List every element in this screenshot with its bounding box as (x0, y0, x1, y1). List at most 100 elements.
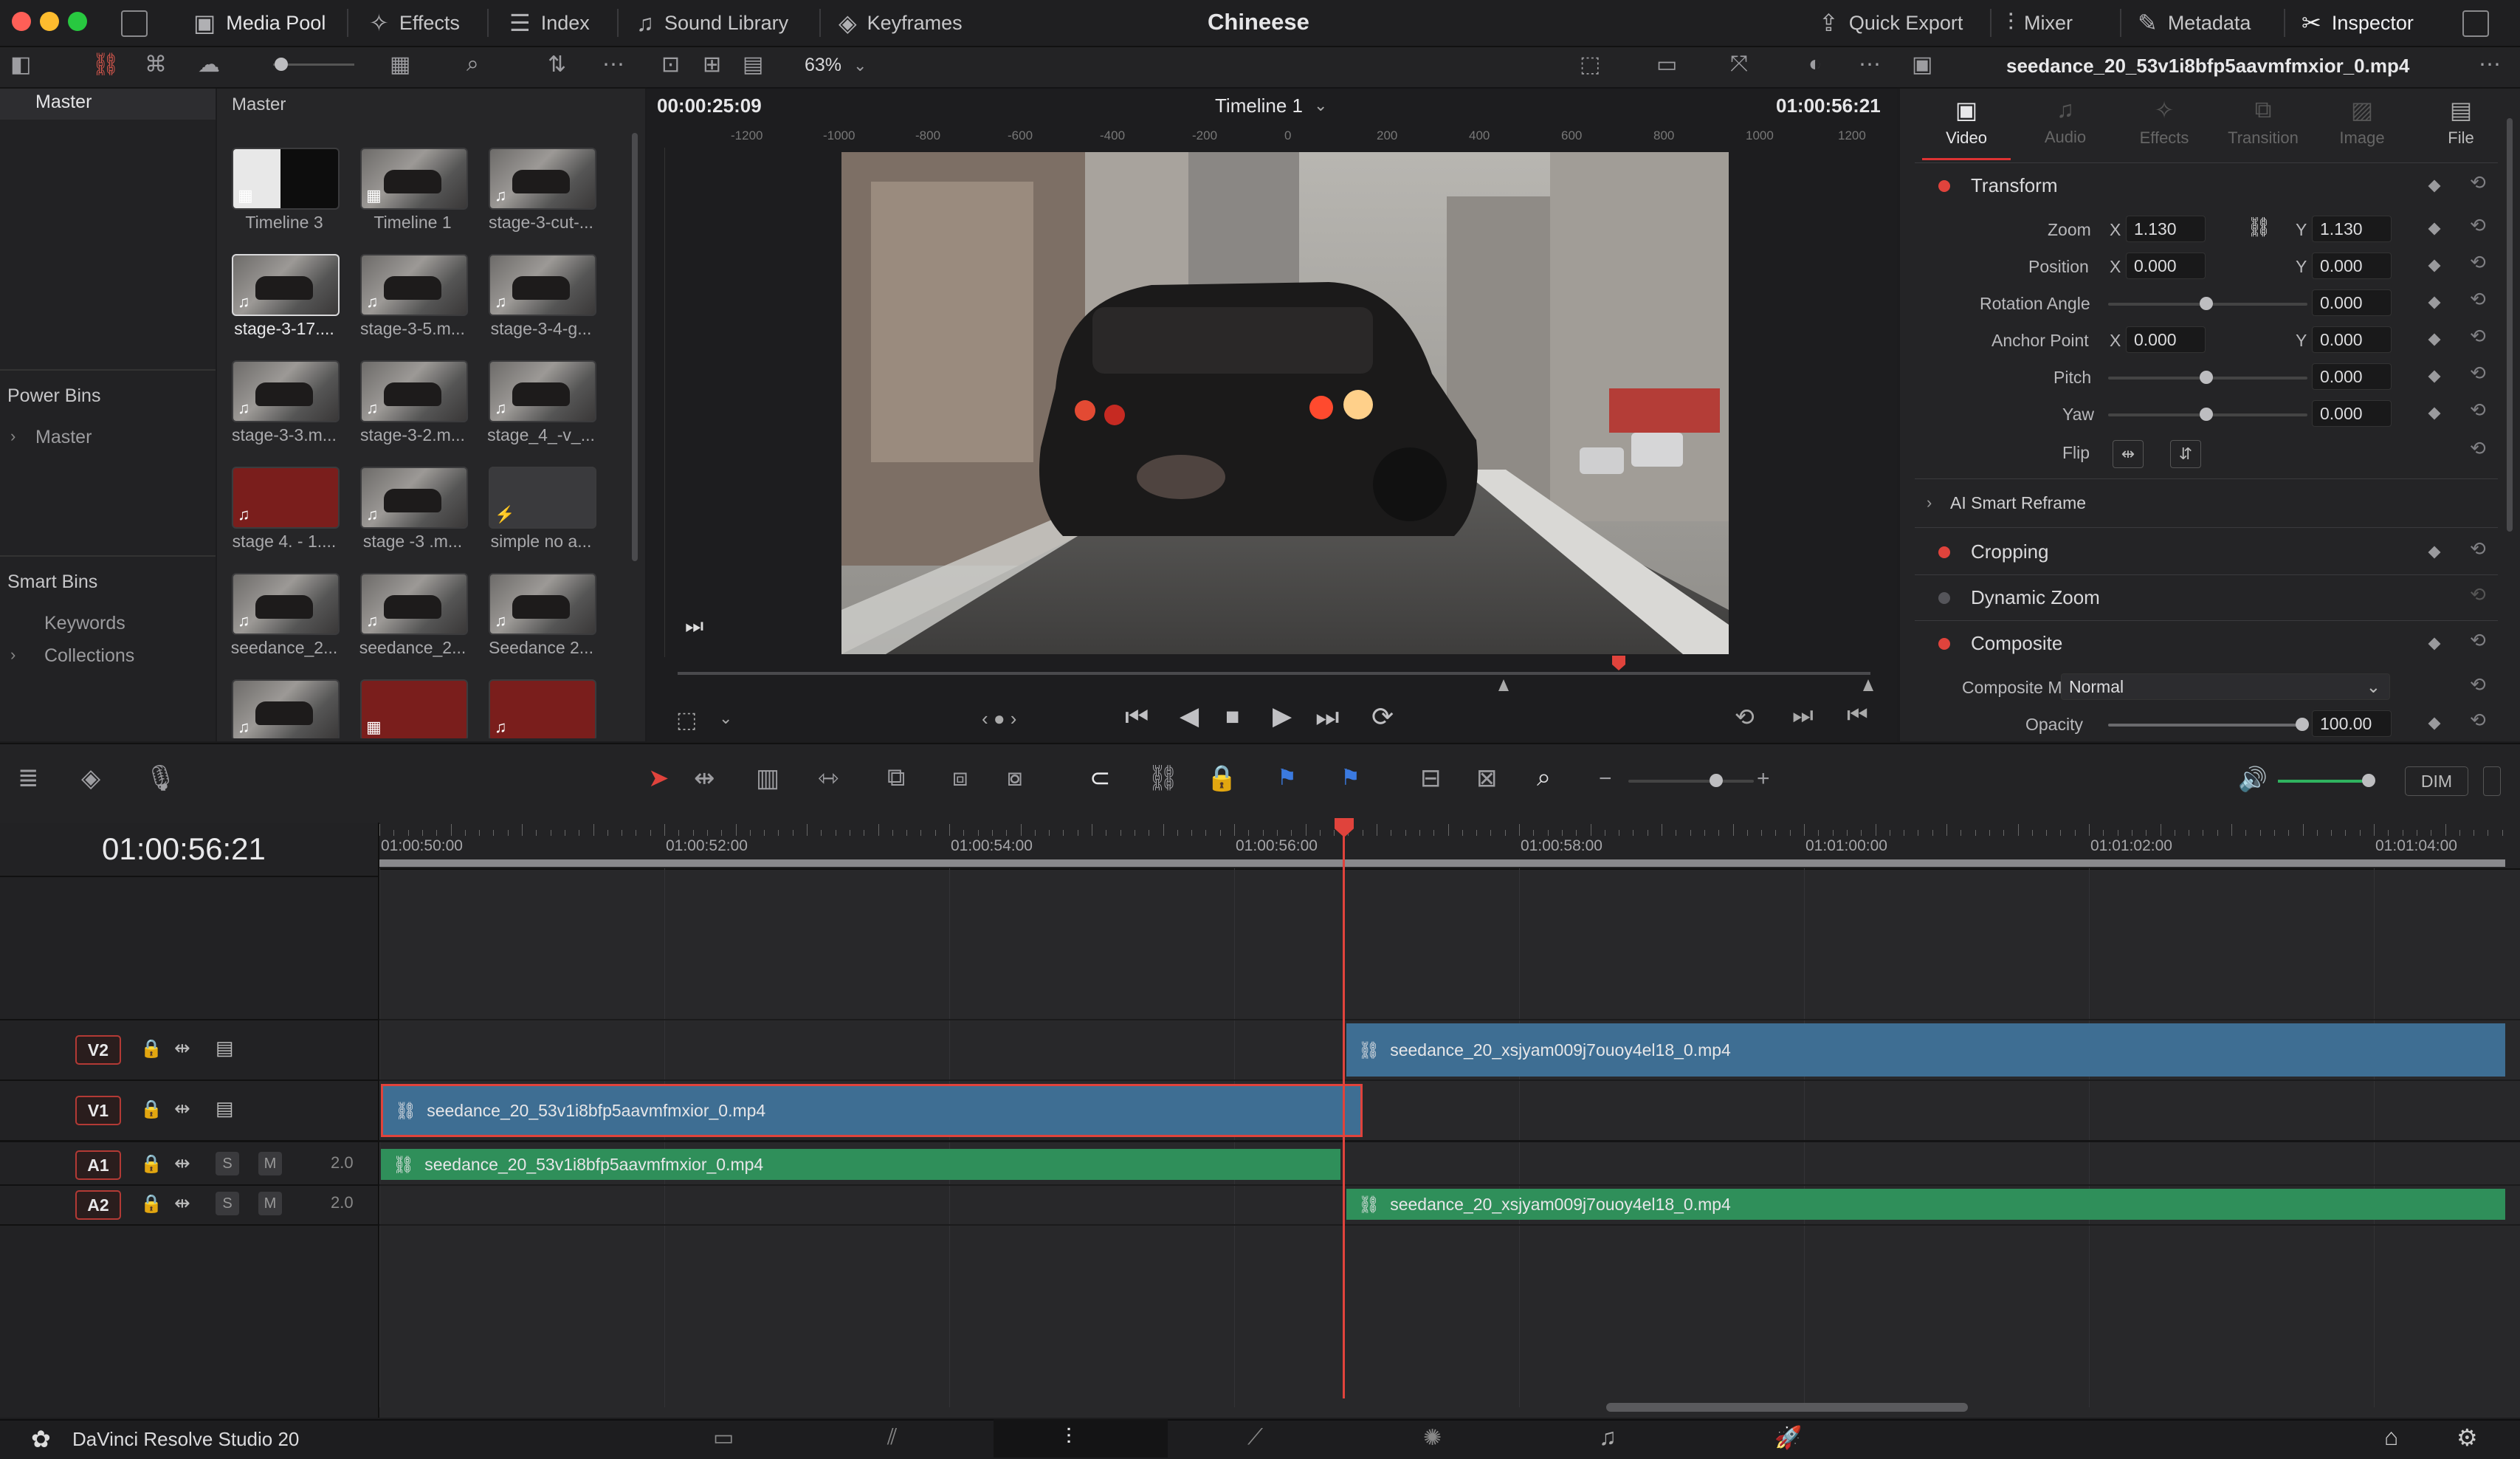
overwrite-clip-icon[interactable]: ⧈ (952, 763, 968, 792)
link-icon[interactable]: ⛓ (92, 52, 120, 78)
next-frame-marker-icon[interactable]: ⏭ (685, 614, 703, 639)
link-zoom-icon[interactable]: ⛓ (2247, 216, 2271, 238)
position-lock-icon[interactable]: 🔒 (1206, 763, 1237, 793)
lock-icon[interactable]: 🔒 (140, 1038, 162, 1060)
volume-slider-knob[interactable] (2362, 774, 2375, 787)
cut-page-icon[interactable]: ⫽ (887, 1425, 897, 1450)
index-button[interactable]: ☰ Index (509, 4, 590, 41)
chevron-down-icon[interactable]: ⌄ (719, 709, 732, 728)
sort-icon[interactable]: ⇅ (548, 52, 566, 78)
yaw-slider-knob[interactable] (2200, 408, 2213, 421)
ai-smart-reframe[interactable]: AI Smart Reframe (1950, 493, 2086, 513)
flip-horizontal-icon[interactable]: ⇹ (2113, 440, 2144, 468)
media-pool-item[interactable]: ⚡ simple no a... (478, 464, 604, 567)
timeline-timecode[interactable]: 01:00:56:21 (102, 831, 266, 867)
transform-overlay-icon[interactable]: ⤧ (1730, 52, 1748, 77)
dim-button[interactable]: DIM (2405, 766, 2468, 796)
previous-edit-icon[interactable]: ⏮ (1847, 701, 1868, 730)
chevron-down-icon[interactable]: ⌄ (1314, 96, 1327, 115)
media-pool-item[interactable]: ♫ stage-3-4-g... (478, 251, 604, 354)
transform-enable-toggle[interactable] (1938, 180, 1950, 192)
rotation-field[interactable]: 0.000 (2312, 289, 2392, 316)
viewer-mode-icon[interactable]: ⊡ (661, 52, 680, 78)
dynamic-zoom-toggle[interactable] (1938, 592, 1950, 604)
composite-mode-select[interactable]: Normal ⌄ (2061, 673, 2390, 700)
media-pool-item[interactable]: ♫ (221, 676, 347, 738)
anchor-x-field[interactable]: 0.000 (2126, 326, 2206, 353)
video-frame[interactable] (841, 152, 1729, 654)
match-frame-icon[interactable]: ⟲ (1735, 703, 1755, 731)
auto-select-icon[interactable]: ⇹ (174, 1152, 190, 1175)
inspector-tab-transition[interactable]: ⧉ Transition (2219, 96, 2307, 148)
audio-track-options-icon[interactable]: ◈ (81, 763, 100, 793)
media-pool-item[interactable]: ♫ stage-3-3.m... (221, 357, 347, 461)
inspector-tab-audio[interactable]: ♫ Audio (2021, 96, 2110, 147)
media-pool-item[interactable]: ♫ stage -3 .m... (350, 464, 475, 567)
inspector-tab-video[interactable]: ▣ Video (1922, 96, 2011, 148)
pitch-field[interactable]: 0.000 (2312, 363, 2392, 390)
cloud-icon[interactable]: ☁ (198, 52, 220, 78)
solo-button[interactable]: S (216, 1152, 239, 1175)
transform-section-title[interactable]: Transform (1971, 174, 2058, 197)
zoom-out-icon[interactable]: − (1599, 766, 1612, 792)
inspector-options-icon[interactable]: ⋯ (2479, 52, 2501, 78)
media-pool-item[interactable]: ♫ stage-3-2.m... (350, 357, 475, 461)
sound-library-button[interactable]: ♫ Sound Library (636, 4, 788, 41)
opacity-slider[interactable] (2108, 724, 2307, 727)
a2-clip[interactable]: ⛓ seedance_20_xsjyam009j7ouoy4el18_0.mp4 (1346, 1189, 2505, 1220)
track-a2-tag[interactable]: A2 (75, 1190, 121, 1220)
inspector-tab-effects[interactable]: ✧ Effects (2120, 96, 2209, 148)
rotation-slider-knob[interactable] (2200, 297, 2213, 310)
blade-tool-icon[interactable]: ⇿ (818, 763, 839, 793)
media-pool-item[interactable]: ♫ seedance_2... (221, 570, 347, 673)
close-window-button[interactable] (12, 12, 31, 31)
color-picker-icon[interactable]: ◐ (1808, 52, 1822, 77)
film-strip-icon[interactable]: ▤ (743, 52, 763, 78)
microphone-icon[interactable]: 🎙 (145, 763, 176, 793)
selection-tool-icon[interactable]: ➤ (648, 763, 669, 793)
stop-icon[interactable]: ■ (1225, 703, 1239, 730)
expand-menu-icon[interactable] (2462, 10, 2489, 37)
timeline-horizontal-scrollbar[interactable] (1606, 1403, 1968, 1412)
smart-bin-collections[interactable]: Collections (44, 645, 134, 667)
full-extent-zoom-icon[interactable]: ⊟ (1420, 763, 1442, 793)
reset-icon[interactable]: ⟲ (2470, 399, 2486, 422)
inspector-tab-file[interactable]: ▤ File (2417, 96, 2505, 148)
dynamic-zoom-section-title[interactable]: Dynamic Zoom (1971, 586, 2100, 609)
mute-button[interactable]: M (258, 1192, 282, 1215)
reset-icon[interactable]: ⟲ (2470, 251, 2486, 274)
lock-icon[interactable]: 🔒 (140, 1193, 162, 1215)
inspector-button[interactable]: ✂ Inspector (2302, 4, 2414, 41)
chevron-right-icon[interactable]: › (10, 427, 16, 446)
safe-area-icon[interactable]: ⊞ (703, 52, 721, 78)
anchor-y-field[interactable]: 0.000 (2312, 326, 2392, 353)
media-page-icon[interactable]: ▭ (713, 1425, 734, 1451)
chevron-right-icon[interactable]: › (1927, 493, 1932, 512)
reset-icon[interactable]: ⟲ (2470, 288, 2486, 311)
media-pool-item[interactable]: ♫ stage 4. - 1.... (221, 464, 347, 567)
zoom-x-field[interactable]: 1.130 (2126, 216, 2206, 242)
flip-vertical-icon[interactable]: ⇵ (2170, 440, 2201, 468)
more-options-icon[interactable]: ⋯ (602, 52, 624, 78)
volume-icon[interactable]: 🔊 (2238, 765, 2268, 793)
media-pool-item[interactable]: ♫ stage-3-17.... (221, 251, 347, 354)
media-pool-button[interactable]: ▣ Media Pool (193, 4, 326, 41)
auto-select-icon[interactable]: ⇹ (174, 1192, 190, 1215)
workspace-menu-icon[interactable] (121, 10, 148, 37)
trim-tool-icon[interactable]: ⇹ (694, 763, 715, 793)
inspector-scrollbar[interactable] (2507, 118, 2513, 532)
panel-toggle-icon[interactable]: ◧ (10, 52, 31, 78)
keyframes-button[interactable]: ◈ Keyframes (839, 4, 963, 41)
snapping-icon[interactable]: ⊂ (1089, 763, 1111, 793)
custom-zoom-icon[interactable]: ⌕ (1537, 763, 1551, 792)
media-pool-item[interactable]: ♫ Seedance 2... (478, 570, 604, 673)
deliver-page-icon[interactable]: 🚀 (1774, 1425, 1802, 1451)
search-icon[interactable]: ⌕ (467, 52, 479, 77)
auto-select-icon[interactable]: ⇹ (174, 1037, 190, 1060)
jog-control[interactable]: ‹ ● › (982, 707, 1016, 730)
power-bin-master[interactable]: Master (35, 427, 92, 448)
lock-icon[interactable]: 🔒 (140, 1099, 162, 1120)
viewer-scrubber[interactable] (678, 672, 1870, 675)
composite-enable-toggle[interactable] (1938, 638, 1950, 650)
viewer-options-icon[interactable]: ⋯ (1859, 52, 1881, 78)
